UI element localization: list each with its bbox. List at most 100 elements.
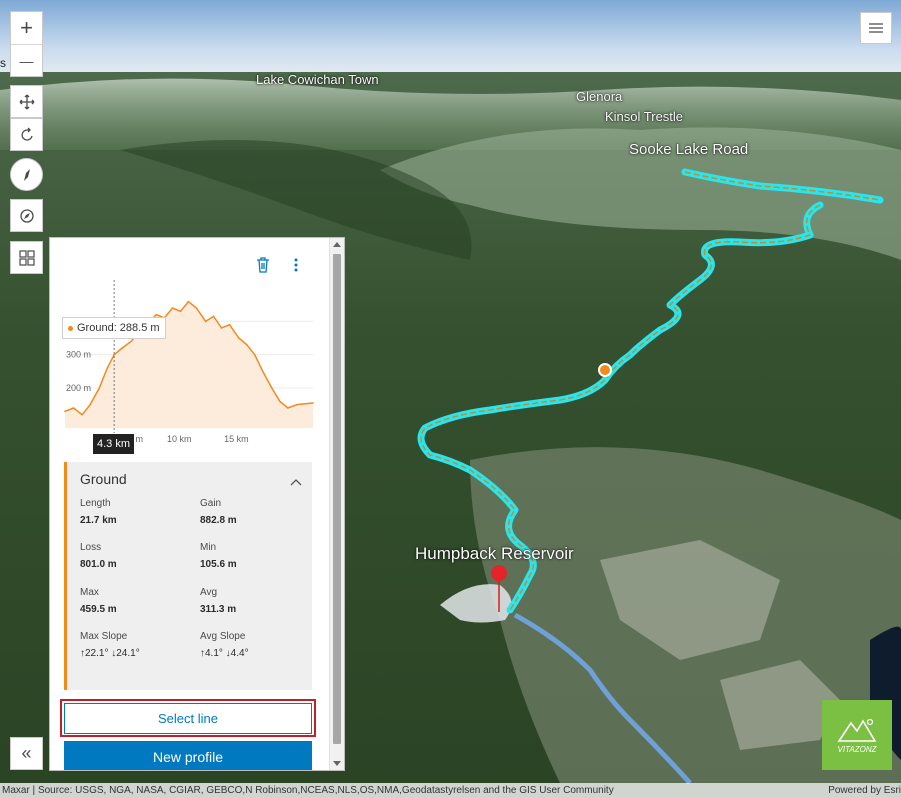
stat-label: Loss — [80, 542, 102, 553]
double-chevron-left-icon: « — [21, 743, 32, 763]
stat-value: 459.5 m — [80, 604, 117, 615]
elevation-profile-panel: 400 m300 m200 m100 mm10 km15 km Ground: … — [49, 237, 345, 771]
stat-value: 21.7 km — [80, 515, 117, 526]
stat-min: Min 105.6 m — [200, 542, 310, 570]
profile-point — [220, 327, 223, 329]
scroll-up-icon[interactable] — [333, 242, 341, 247]
move-icon — [19, 94, 34, 109]
stat-gain: Gain 882.8 m — [200, 498, 310, 526]
profile-point — [130, 340, 133, 343]
map-pin-icon[interactable] — [491, 565, 507, 581]
plus-icon: + — [20, 15, 33, 40]
rotate-icon — [21, 127, 33, 141]
profile-point — [204, 320, 207, 323]
corner-logo: VITAZONZ — [822, 700, 892, 770]
new-profile-button[interactable]: New profile — [64, 741, 312, 770]
stat-label: Gain — [200, 498, 222, 509]
scroll-down-icon[interactable] — [333, 761, 341, 766]
elevation-profile-chart[interactable]: 400 m300 m200 m100 mm10 km15 km — [50, 278, 330, 458]
profile-point — [72, 407, 75, 409]
delete-icon[interactable] — [256, 257, 270, 273]
attribution-bar: Maxar | Source: USGS, NGA, NASA, CGIAR, … — [0, 783, 901, 798]
stat-label: Max — [80, 587, 99, 598]
section-title: Ground — [80, 471, 127, 487]
zoom-out-button[interactable]: — — [11, 45, 42, 77]
zoom-in-button[interactable]: + — [11, 12, 42, 44]
label-humpback-reservoir: Humpback Reservoir — [415, 544, 574, 563]
profile-point — [237, 337, 240, 339]
stat-value: 105.6 m — [200, 559, 237, 570]
locate-icon — [19, 208, 34, 223]
stat-max: Max 459.5 m — [80, 587, 190, 615]
stat-value: 311.3 m — [200, 604, 237, 615]
basemap-toggle-button[interactable] — [10, 241, 43, 274]
tooltip-text: Ground: 288.5 m — [77, 322, 160, 334]
profile-point — [271, 387, 273, 389]
stat-label: Length — [80, 498, 111, 509]
label-kinsol-trestle: Kinsol Trestle — [605, 109, 684, 124]
y-tick-label: 300 m — [66, 350, 91, 360]
scroll-thumb[interactable] — [333, 254, 341, 744]
profile-point — [296, 403, 298, 406]
compass-button[interactable] — [10, 158, 43, 191]
profile-point — [187, 300, 190, 303]
stat-value: 882.8 m — [200, 515, 237, 526]
profile-point — [212, 315, 215, 318]
logo-text: VITAZONZ — [837, 744, 877, 754]
profile-point — [195, 307, 198, 309]
label-sooke-lake-road: Sooke Lake Road — [629, 141, 749, 158]
x-tick-label: 15 km — [224, 434, 249, 444]
profile-point — [179, 310, 182, 313]
stat-label: Avg Slope — [200, 631, 246, 642]
grid-icon — [18, 249, 35, 266]
profile-point — [155, 313, 158, 316]
cursor-distance-label: 4.3 km — [93, 434, 135, 454]
stat-max-slope: Max Slope ↑22.1° ↓24.1° — [80, 631, 190, 659]
pan-button[interactable] — [10, 85, 43, 118]
edge-fragment: s — [0, 56, 6, 70]
profile-point — [279, 400, 281, 403]
label-lake-cowichan: Lake Cowichan Town — [256, 72, 379, 87]
select-line-button[interactable]: Select line — [64, 703, 312, 734]
x-tick-label: 10 km — [167, 434, 192, 444]
stat-value: ↑22.1° ↓24.1° — [80, 648, 140, 659]
stat-avg: Avg 311.3 m — [200, 587, 310, 615]
powered-by-esri[interactable]: Powered by Esri — [828, 783, 901, 798]
stat-label: Max Slope — [80, 631, 128, 642]
attribution-text[interactable]: Maxar | Source: USGS, NGA, NASA, CGIAR, … — [2, 783, 614, 798]
profile-point — [171, 307, 174, 309]
profile-point — [261, 370, 264, 373]
profile-point — [245, 343, 248, 346]
panel-scrollbar[interactable] — [329, 238, 344, 770]
minus-icon: — — [19, 53, 34, 69]
stat-value: ↑4.1° ↓4.4° — [200, 648, 249, 659]
profile-point — [312, 402, 314, 404]
stat-length: Length 21.7 km — [80, 498, 190, 526]
compass-icon — [23, 168, 30, 181]
chart-tooltip: Ground: 288.5 m — [62, 317, 166, 339]
sky — [0, 0, 901, 80]
profile-point — [121, 347, 123, 349]
mountain-logo-icon — [837, 718, 877, 742]
y-tick-label: 200 m — [66, 383, 91, 393]
menu-button[interactable] — [860, 12, 892, 44]
label-glenora: Glenora — [576, 89, 623, 104]
hamburger-icon — [869, 23, 883, 33]
profile-point — [81, 413, 83, 416]
stat-value: 801.0 m — [80, 559, 117, 570]
stat-label: Min — [200, 542, 217, 553]
collapse-panel-button[interactable]: « — [10, 737, 43, 770]
chevron-up-icon[interactable] — [290, 473, 302, 491]
tooltip-dot — [68, 325, 73, 331]
profile-point — [64, 410, 66, 413]
rotate-button[interactable] — [10, 118, 43, 151]
profile-point — [253, 353, 256, 356]
ground-stats-section: Ground Length 21.7 km Gain 882.8 m Loss … — [64, 462, 312, 690]
stat-avg-slope: Avg Slope ↑4.1° ↓4.4° — [200, 631, 310, 659]
x-tick-label: m — [136, 434, 144, 444]
profile-point — [228, 323, 231, 326]
profile-point — [113, 353, 115, 356]
stat-label: Avg — [200, 587, 218, 598]
navigate-button[interactable] — [10, 199, 43, 232]
more-options-icon[interactable] — [293, 257, 299, 273]
